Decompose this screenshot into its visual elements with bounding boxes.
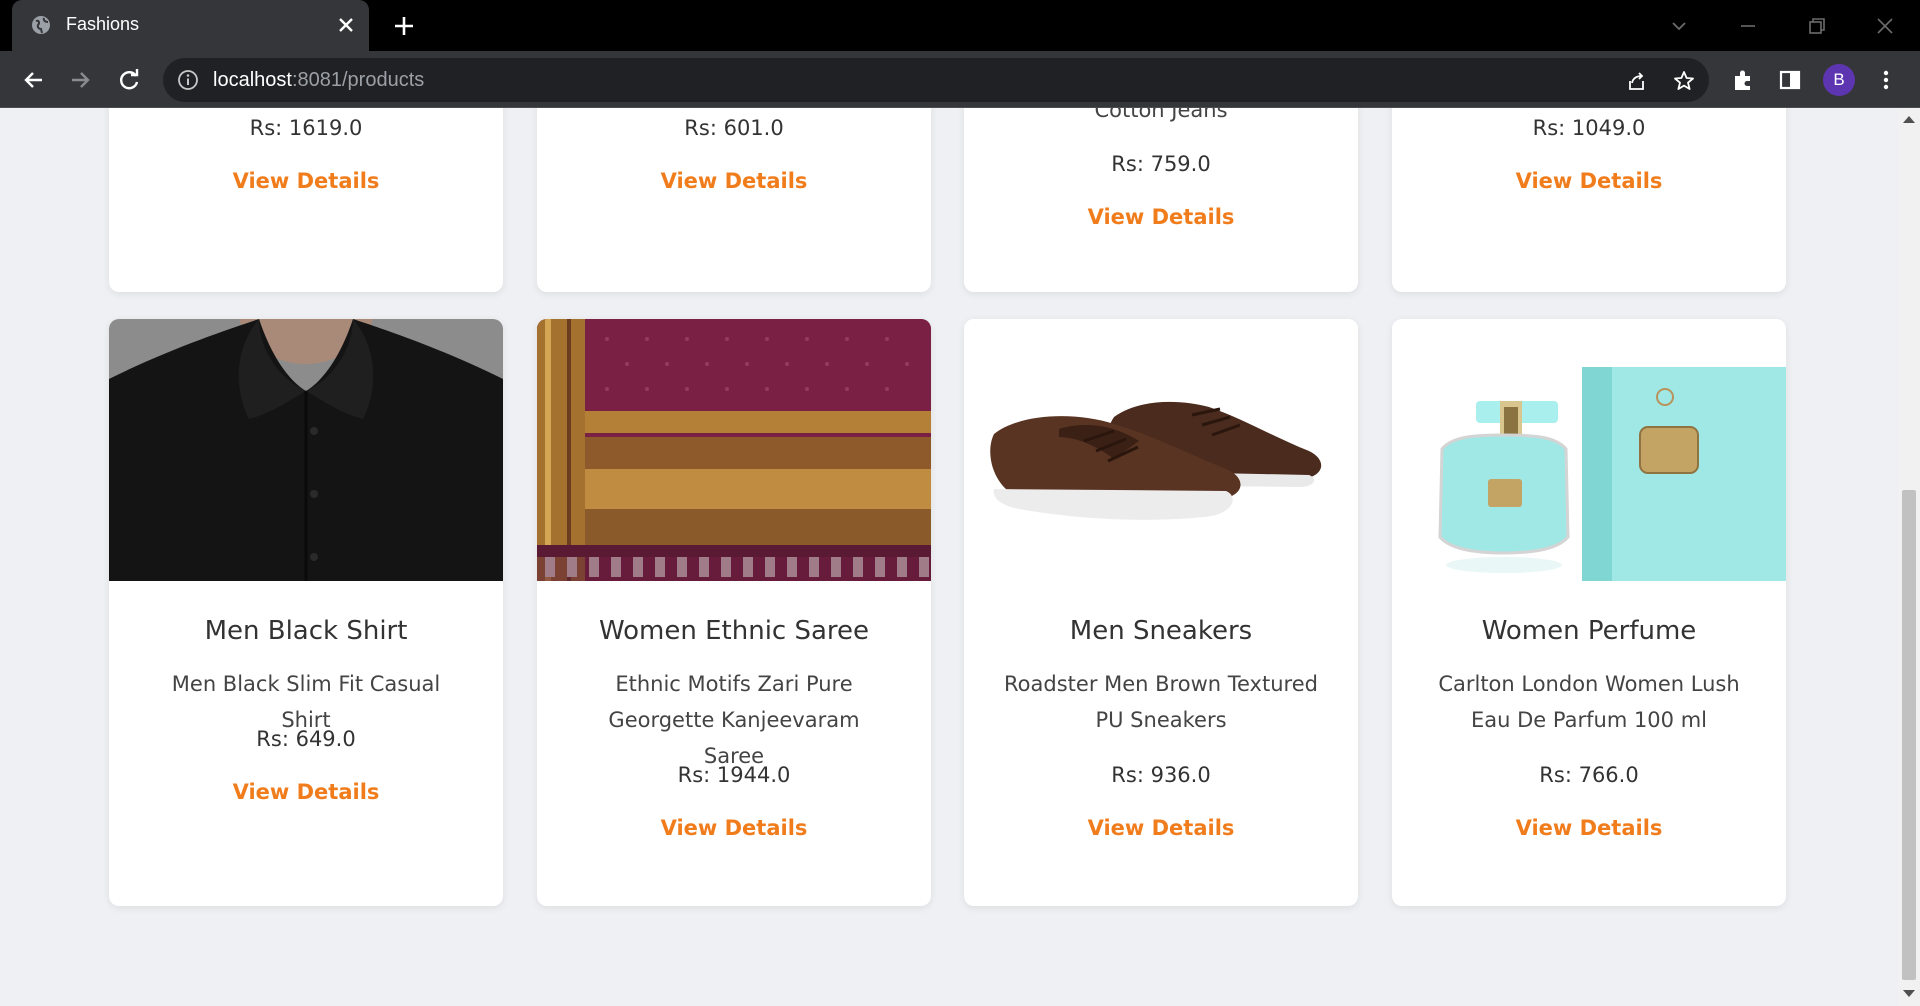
extensions-puzzle-icon[interactable]	[1729, 66, 1757, 94]
product-price: Rs: 601.0	[684, 116, 784, 140]
tab-search-icon[interactable]	[1665, 12, 1693, 40]
product-card: Rs: 1619.0 View Details	[109, 108, 503, 292]
scrollbar-thumb[interactable]	[1902, 490, 1916, 980]
url-text: localhost:8081/products	[213, 69, 424, 92]
product-description: Ethnic Motifs Zari Pure Georgette Kanjee…	[608, 672, 860, 768]
forward-icon[interactable]	[66, 65, 96, 95]
view-details-link[interactable]: View Details	[109, 169, 503, 193]
product-title: Men Black Shirt	[204, 616, 408, 646]
scroll-down-arrow-icon[interactable]	[1903, 990, 1915, 997]
product-price: Rs: 1619.0	[249, 116, 363, 140]
product-description: Cotton Jeans	[1094, 108, 1228, 122]
product-price: Rs: 766.0	[1539, 763, 1639, 787]
product-title: Men Sneakers	[1069, 616, 1253, 646]
product-price: Rs: 759.0	[1111, 152, 1211, 176]
minimize-icon[interactable]	[1734, 12, 1762, 40]
view-details-link[interactable]: View Details	[964, 205, 1358, 229]
sneakers-image[interactable]	[964, 319, 1358, 581]
address-bar[interactable]: localhost:8081/products	[163, 58, 1709, 102]
side-panel-icon[interactable]	[1776, 66, 1804, 94]
product-card: Cotton Jeans Rs: 759.0 View Details	[964, 108, 1358, 292]
menu-kebab-icon[interactable]	[1872, 66, 1900, 94]
view-details-link[interactable]: View Details	[964, 816, 1358, 840]
product-card: Rs: 601.0 View Details	[537, 108, 931, 292]
view-details-link[interactable]: View Details	[537, 169, 931, 193]
new-tab-icon[interactable]	[390, 12, 418, 40]
product-card: Men Black Shirt Men Black Slim Fit Casua…	[109, 319, 503, 906]
saree-image[interactable]	[537, 319, 931, 581]
close-window-icon[interactable]	[1871, 12, 1899, 40]
product-card: Rs: 1049.0 View Details	[1392, 108, 1786, 292]
perfume-image[interactable]	[1392, 319, 1786, 581]
product-price: Rs: 1049.0	[1532, 116, 1646, 140]
url-path: :8081/products	[291, 69, 425, 91]
product-card: Men Sneakers Roadster Men Brown Textured…	[964, 319, 1358, 906]
tab-strip: Fashions	[0, 0, 1920, 51]
view-details-link[interactable]: View Details	[1392, 816, 1786, 840]
restore-icon[interactable]	[1803, 12, 1831, 40]
view-details-link[interactable]: View Details	[109, 780, 503, 804]
page-scrollbar[interactable]	[1898, 108, 1920, 1006]
product-title: Women Perfume	[1481, 616, 1697, 646]
page-viewport: Rs: 1619.0 View Details Rs: 601.0 View D…	[0, 108, 1898, 1006]
view-details-link[interactable]: View Details	[1392, 169, 1786, 193]
tab-title: Fashions	[66, 14, 140, 34]
profile-avatar[interactable]: B	[1823, 64, 1855, 96]
close-tab-icon[interactable]	[334, 13, 358, 37]
product-price: Rs: 649.0	[256, 727, 356, 751]
product-card: Women Ethnic Saree Ethnic Motifs Zari Pu…	[537, 319, 931, 906]
url-host: localhost	[213, 69, 292, 91]
product-description: Carlton London Women Lush Eau De Parfum …	[1438, 672, 1740, 732]
view-details-link[interactable]: View Details	[537, 816, 931, 840]
share-icon[interactable]	[1624, 69, 1648, 93]
back-icon[interactable]	[18, 65, 48, 95]
browser-toolbar: localhost:8081/products B	[0, 51, 1920, 108]
globe-icon	[32, 16, 50, 34]
bookmark-star-icon[interactable]	[1672, 69, 1696, 93]
product-price: Rs: 936.0	[1111, 763, 1211, 787]
reload-icon[interactable]	[114, 65, 144, 95]
black-shirt-image[interactable]	[109, 319, 503, 581]
scroll-up-arrow-icon[interactable]	[1903, 116, 1915, 123]
product-card: Women Perfume Carlton London Women Lush …	[1392, 319, 1786, 906]
site-info-icon[interactable]	[177, 69, 199, 91]
product-description: Roadster Men Brown Textured PU Sneakers	[1004, 672, 1318, 732]
product-price: Rs: 1944.0	[677, 763, 791, 787]
product-title: Women Ethnic Saree	[598, 616, 870, 646]
browser-tab[interactable]: Fashions	[12, 0, 369, 51]
